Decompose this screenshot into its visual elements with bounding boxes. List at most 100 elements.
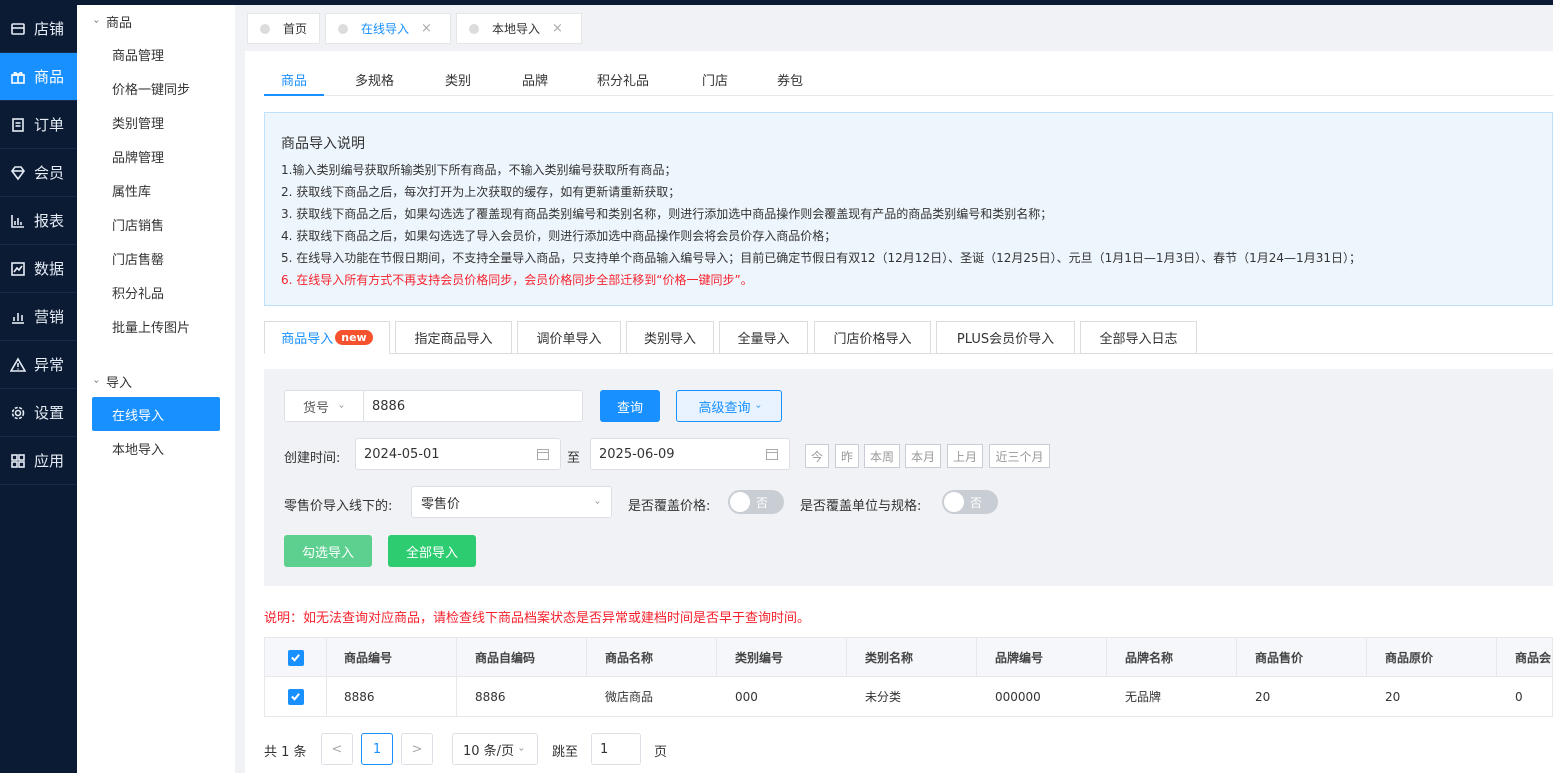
tab-category[interactable]: 类别	[445, 70, 471, 89]
rail-item-members[interactable]: 会员	[0, 149, 77, 197]
page-size-select[interactable]: 10 条/页 ›	[452, 733, 538, 765]
subnav-group-import[interactable]: › 导入	[77, 365, 235, 397]
cover-price-label: 是否覆盖价格:	[628, 499, 711, 514]
select-all-checkbox[interactable]	[265, 638, 326, 677]
tab-label: 商品导入	[281, 332, 334, 347]
field-select[interactable]: 货号 ›	[284, 390, 364, 422]
page-tab-label: 本地导入	[492, 22, 541, 36]
tab-plus-price-import[interactable]: PLUS会员价导入	[936, 321, 1075, 354]
chart-icon	[9, 212, 27, 230]
query-button[interactable]: 查询	[600, 390, 660, 422]
subnav-group-goods[interactable]: › 商品	[77, 5, 235, 37]
new-badge: new	[335, 330, 373, 345]
column-divider	[716, 638, 717, 677]
advanced-query-label: 高级查询	[698, 400, 751, 416]
quick-today-button[interactable]: 今	[805, 444, 829, 468]
subnav-item[interactable]: 门店销售	[77, 207, 235, 241]
field-select-value: 货号	[303, 400, 330, 416]
gear-icon	[9, 404, 27, 422]
page-1-button[interactable]: 1	[361, 733, 393, 765]
gift-icon	[9, 68, 27, 86]
cover-price-toggle[interactable]: 否	[728, 490, 784, 514]
rail-item-marketing[interactable]: 营销	[0, 293, 77, 341]
subnav-item[interactable]: 积分礼品	[77, 275, 235, 309]
table-row[interactable]: 8886 8886 微店商品 000 未分类 000000 无品牌 20 20 …	[265, 677, 1552, 716]
rail-item-goods[interactable]: 商品	[0, 53, 77, 101]
table-cell: 0	[1515, 689, 1523, 704]
tab-import-log[interactable]: 全部导入日志	[1080, 321, 1197, 354]
tab-brand[interactable]: 品牌	[522, 70, 548, 89]
subnav-item[interactable]: 类别管理	[77, 105, 235, 139]
jump-page-input[interactable]: 1	[591, 733, 641, 765]
date-to-input[interactable]: 2025-06-09	[590, 438, 790, 470]
tab-category-import[interactable]: 类别导入	[626, 321, 714, 354]
toggle-state: 否	[756, 495, 769, 510]
column-header: 商品售价	[1255, 651, 1304, 665]
rail-item-store[interactable]: 店铺	[0, 5, 77, 53]
tab-points-gift[interactable]: 积分礼品	[597, 70, 649, 89]
rail-label: 应用	[34, 452, 65, 470]
rail-item-orders[interactable]: 订单	[0, 101, 77, 149]
subnav-item[interactable]: 属性库	[77, 173, 235, 207]
page-tab-local-import[interactable]: 本地导入 ×	[456, 13, 582, 44]
advanced-query-button[interactable]: 高级查询 ›	[676, 390, 782, 422]
page-tab-home[interactable]: 首页	[247, 13, 320, 44]
tab-goods[interactable]: 商品	[281, 70, 307, 89]
subnav-item[interactable]: 商品管理	[77, 37, 235, 71]
subnav-item-online-import[interactable]: 在线导入	[92, 397, 220, 431]
page-tab-online-import[interactable]: 在线导入 ×	[325, 13, 451, 44]
subnav-item[interactable]: 门店售罄	[77, 241, 235, 275]
subnav-item[interactable]: 批量上传图片	[77, 309, 235, 343]
quick-yesterday-button[interactable]: 昨	[835, 444, 859, 468]
tab-multi-spec[interactable]: 多规格	[355, 70, 394, 89]
next-page-button[interactable]: >	[401, 733, 433, 765]
tab-goods-import[interactable]: 商品导入 new	[264, 321, 390, 354]
calendar-icon	[766, 449, 778, 460]
cover-unit-toggle[interactable]: 否	[942, 490, 998, 514]
rail-item-settings[interactable]: 设置	[0, 389, 77, 437]
date-from-input[interactable]: 2024-05-01	[355, 438, 561, 470]
close-icon[interactable]: ×	[421, 21, 432, 36]
quick-this-week-button[interactable]: 本周	[864, 444, 900, 468]
checked-import-button[interactable]: 勾选导入	[284, 535, 372, 567]
column-divider	[1496, 638, 1497, 677]
retail-price-select[interactable]: 零售价 ›	[411, 486, 612, 518]
rail-item-data[interactable]: 数据	[0, 245, 77, 293]
close-icon[interactable]: ×	[552, 21, 563, 36]
rail-item-reports[interactable]: 报表	[0, 197, 77, 245]
tab-coupon[interactable]: 券包	[777, 70, 803, 89]
page-tab-label: 首页	[283, 22, 308, 36]
subnav-item-local-import[interactable]: 本地导入	[77, 431, 235, 465]
rail-item-apps[interactable]: 应用	[0, 437, 77, 485]
table-cell: 未分类	[865, 690, 902, 704]
column-header: 商品编号	[344, 651, 393, 665]
table-cell: 20	[1255, 689, 1271, 704]
search-input[interactable]	[363, 390, 583, 422]
rail-label: 店铺	[34, 20, 65, 38]
column-divider	[1236, 638, 1237, 677]
sub-nav: › 商品 商品管理 价格一键同步 类别管理 品牌管理 属性库 门店销售 门店售罄 …	[77, 5, 235, 773]
tab-store[interactable]: 门店	[702, 70, 728, 89]
column-divider	[326, 638, 327, 677]
warning-icon	[9, 356, 27, 374]
rail-item-exceptions[interactable]: 异常	[0, 341, 77, 389]
table-cell: 微店商品	[605, 690, 654, 704]
cover-unit-label: 是否覆盖单位与规格:	[800, 499, 922, 514]
page-tab-label: 在线导入	[361, 22, 410, 36]
tab-full-import[interactable]: 全量导入	[719, 321, 808, 354]
prev-page-button[interactable]: <	[321, 733, 353, 765]
subnav-item[interactable]: 品牌管理	[77, 139, 235, 173]
date-to-value: 2025-06-09	[599, 446, 675, 462]
tab-store-price-import[interactable]: 门店价格导入	[814, 321, 931, 354]
tab-specified-import[interactable]: 指定商品导入	[395, 321, 512, 354]
instruction-line: 4. 获取线下商品之后，如果勾选选了导入会员价，则进行添加选中商品操作则会将会员…	[281, 229, 837, 243]
table-cell: 000000	[995, 689, 1041, 704]
quick-last-three-months-button[interactable]: 近三个月	[989, 444, 1050, 468]
quick-this-month-button[interactable]: 本月	[905, 444, 941, 468]
row-checkbox[interactable]	[265, 677, 326, 716]
retail-price-value: 零售价	[421, 496, 461, 512]
tab-price-adjust-import[interactable]: 调价单导入	[517, 321, 621, 354]
all-import-button[interactable]: 全部导入	[388, 535, 476, 567]
subnav-item[interactable]: 价格一键同步	[77, 71, 235, 105]
quick-last-month-button[interactable]: 上月	[947, 444, 983, 468]
